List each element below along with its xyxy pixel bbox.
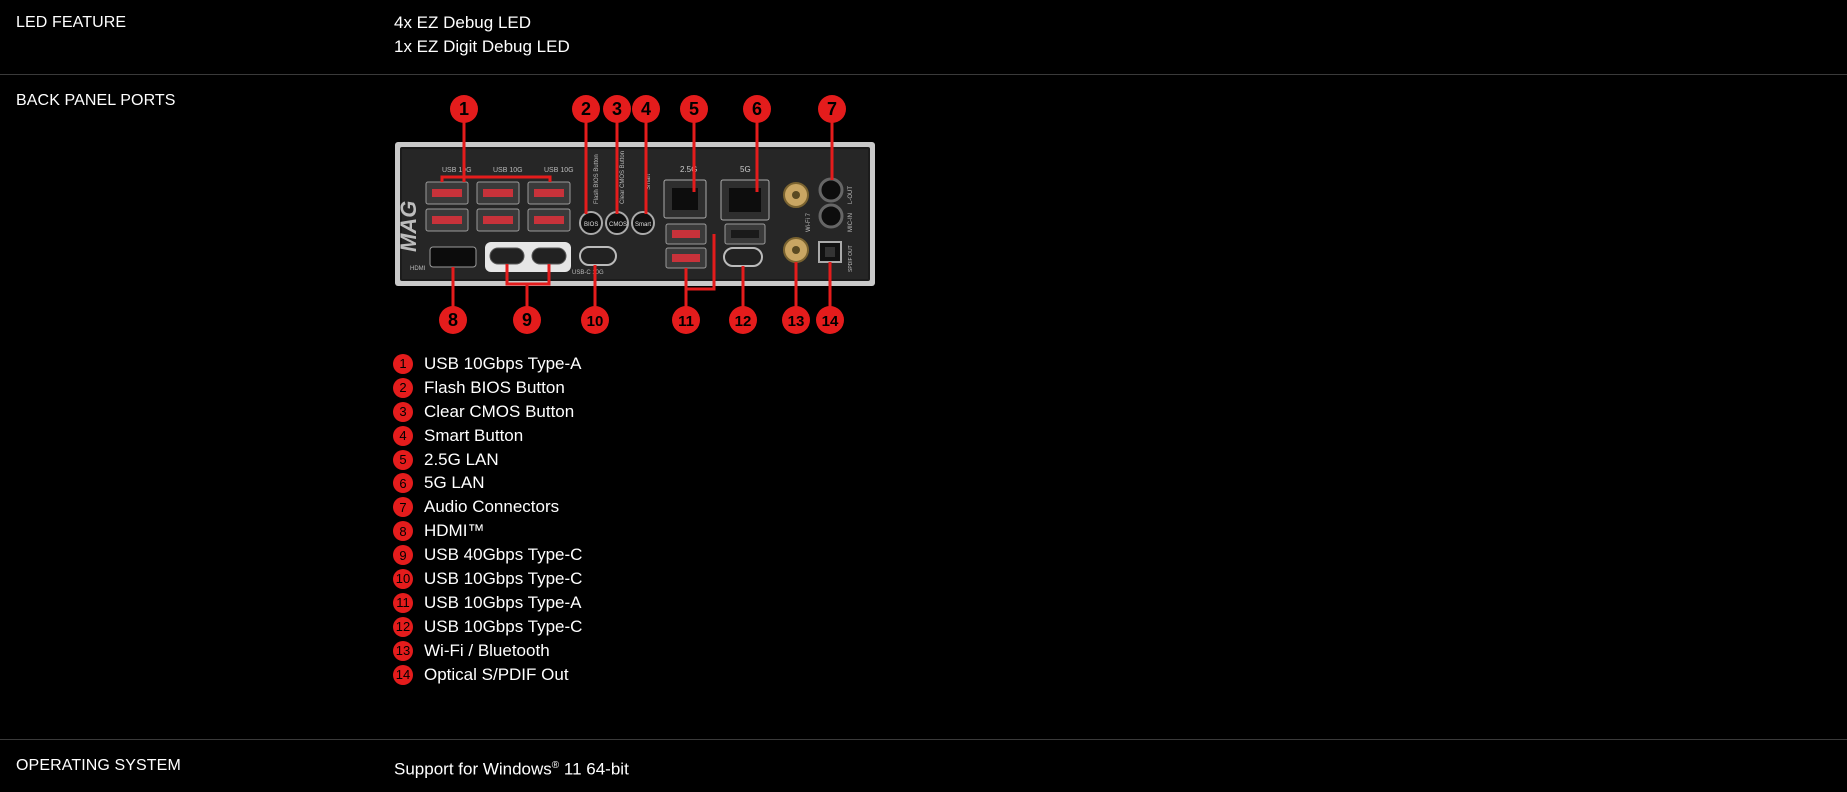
port-legend-list: 1 USB 10Gbps Type-A 2 Flash BIOS Button 3 Cle… xyxy=(393,352,582,686)
legend-number-badge: 12 xyxy=(393,616,413,637)
legend-item: 6 5G LAN xyxy=(393,471,582,495)
legend-item: 5 2.5G LAN xyxy=(393,448,582,472)
legend-number-badge: 3 xyxy=(393,401,413,422)
legend-item: 2 Flash BIOS Button xyxy=(393,376,582,400)
legend-item: 3 Clear CMOS Button xyxy=(393,400,582,424)
callout-number: 8 xyxy=(448,310,458,330)
callout-number: 5 xyxy=(689,99,699,119)
led-feature-label: LED FEATURE xyxy=(16,14,127,31)
panel-usb-label-3: USB 10G xyxy=(544,167,574,174)
panel-spdif-label: SPDIF OUT xyxy=(848,245,854,272)
legend-item: 11 USB 10Gbps Type-A xyxy=(393,591,582,615)
legend-number-badge: 7 xyxy=(393,497,413,518)
divider xyxy=(0,74,1847,75)
legend-item-text: Smart Button xyxy=(424,425,524,445)
legend-item-text: Wi-Fi / Bluetooth xyxy=(424,640,550,660)
legend-number-badge: 9 xyxy=(393,545,413,566)
panel-cmos-button-text: CMOS xyxy=(609,222,627,228)
legend-number-badge: 5 xyxy=(393,449,413,470)
panel-lout-label: L-OUT xyxy=(848,186,854,204)
callout-number: 7 xyxy=(827,99,837,119)
panel-hdmi-label: HDMI xyxy=(410,266,426,272)
legend-item-text: 2.5G LAN xyxy=(424,449,499,469)
legend-number-badge: 10 xyxy=(393,568,413,589)
callout-number: 14 xyxy=(822,313,839,330)
callout-number: 6 xyxy=(752,99,762,119)
panel-usb-label-2: USB 10G xyxy=(493,167,523,174)
legend-item: 8 HDMI™ xyxy=(393,519,582,543)
legend-number-badge: 6 xyxy=(393,473,413,494)
led-feature-line-2: 1x EZ Digit Debug LED xyxy=(394,37,570,56)
callout-number: 3 xyxy=(612,99,622,119)
os-value-suffix: 11 64-bit xyxy=(559,759,629,779)
legend-item-text: USB 10Gbps Type-C xyxy=(424,568,583,588)
legend-item-text: USB 40Gbps Type-C xyxy=(424,545,583,565)
legend-item-text: USB 10Gbps Type-C xyxy=(424,616,583,636)
legend-item: 7 Audio Connectors xyxy=(393,495,582,519)
legend-item: 4 Smart Button xyxy=(393,424,582,448)
led-feature-value: 4x EZ Debug LED 1x EZ Digit Debug LED xyxy=(394,11,570,59)
led-feature-line-1: 4x EZ Debug LED xyxy=(394,13,532,32)
panel-logo: MAG xyxy=(396,201,421,252)
panel-smart-button-text: Smart xyxy=(635,222,651,228)
legend-number-badge: 1 xyxy=(393,353,413,374)
legend-item-text: HDMI™ xyxy=(424,521,485,541)
legend-item: 12 USB 10Gbps Type-C xyxy=(393,615,582,639)
legend-item-text: Flash BIOS Button xyxy=(424,377,565,397)
callout-number: 11 xyxy=(678,313,694,330)
legend-item: 10 USB 10Gbps Type-C xyxy=(393,567,582,591)
back-panel-image: MAG USB 10G USB 10G USB 10G HDMI USB-C 1… xyxy=(390,92,880,347)
panel-wifi-label: Wi-Fi 7 xyxy=(806,212,812,232)
legend-item-text: Audio Connectors xyxy=(424,497,560,517)
panel-micin-label: MIC-IN xyxy=(848,213,854,232)
legend-number-badge: 14 xyxy=(393,664,413,685)
legend-item-text: 5G LAN xyxy=(424,473,485,493)
callout-number: 4 xyxy=(641,99,651,119)
legend-number-badge: 13 xyxy=(393,640,413,661)
operating-system-value: Support for Windows® 11 64-bit xyxy=(394,754,629,782)
panel-lan5-label: 5G xyxy=(740,165,751,174)
legend-item: 13 Wi-Fi / Bluetooth xyxy=(393,639,582,663)
panel-usbc-label: USB-C 10G xyxy=(572,270,604,276)
legend-item-text: Clear CMOS Button xyxy=(424,401,575,421)
callout-number: 13 xyxy=(788,313,805,330)
legend-number-badge: 8 xyxy=(393,521,413,542)
callout-number: 10 xyxy=(587,313,604,330)
panel-flash-text: Flash BIOS Button xyxy=(594,154,600,204)
callout-number: 2 xyxy=(581,99,591,119)
os-value-prefix: Support for Windows xyxy=(394,759,552,779)
legend-number-badge: 11 xyxy=(393,592,413,613)
callout-number: 12 xyxy=(735,313,752,330)
legend-item: 1 USB 10Gbps Type-A xyxy=(393,352,582,376)
legend-number-badge: 4 xyxy=(393,425,413,446)
legend-item-text: Optical S/PDIF Out xyxy=(424,664,569,684)
back-panel-ports-label: BACK PANEL PORTS xyxy=(16,92,176,109)
legend-number-badge: 2 xyxy=(393,377,413,398)
panel-cmos-text: Clear CMOS Button xyxy=(620,151,626,204)
panel-usb-label-1: USB 10G xyxy=(442,167,472,174)
divider xyxy=(0,739,1847,740)
callout-number: 9 xyxy=(522,310,532,330)
legend-item: 9 USB 40Gbps Type-C xyxy=(393,543,582,567)
panel-bios-button-text: BIOS xyxy=(584,222,598,228)
legend-item-text: USB 10Gbps Type-A xyxy=(424,592,582,612)
operating-system-label: OPERATING SYSTEM xyxy=(16,757,181,774)
legend-item: 14 Optical S/PDIF Out xyxy=(393,663,582,687)
legend-item-text: USB 10Gbps Type-A xyxy=(424,353,582,373)
callout-number: 1 xyxy=(459,99,469,119)
